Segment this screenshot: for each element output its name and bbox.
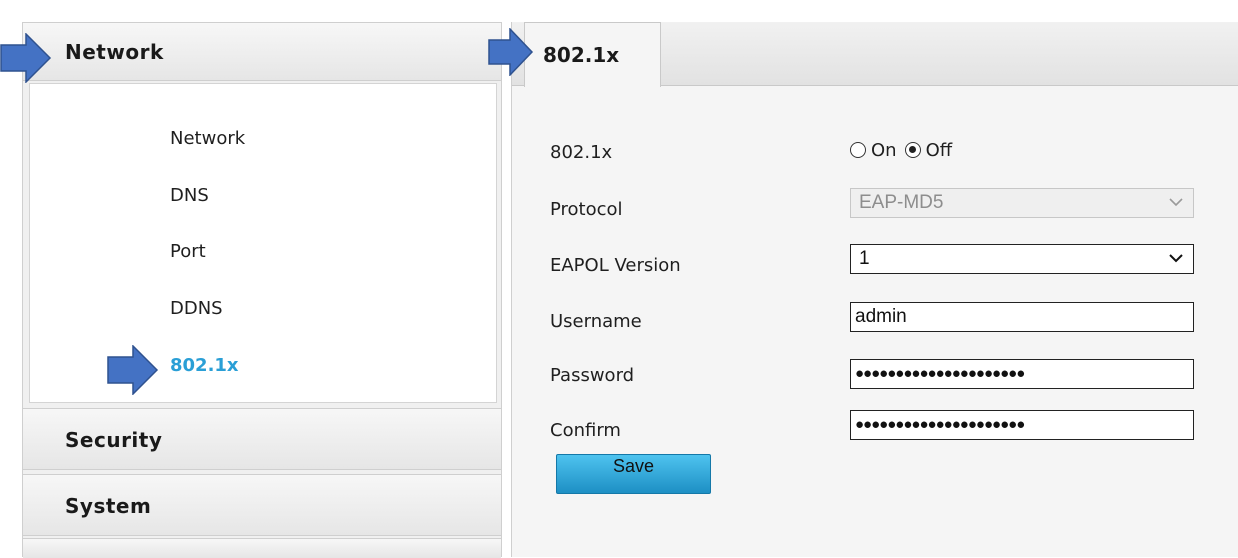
section-header-security[interactable]: Security xyxy=(23,408,501,470)
save-button[interactable]: Save xyxy=(556,454,711,494)
content-panel: 802.1x 802.1x On Off Protocol EAP-MD5 EA… xyxy=(511,22,1238,557)
eapol-version-select[interactable]: 1 xyxy=(850,244,1194,274)
label-password: Password xyxy=(550,365,635,386)
enable-radio-group: On Off xyxy=(850,138,960,162)
protocol-select: EAP-MD5 xyxy=(850,188,1194,218)
username-input[interactable]: admin xyxy=(850,302,1194,332)
tab-8021x-label: 802.1x xyxy=(543,43,620,67)
confirm-input[interactable]: ●●●●●●●●●●●●●●●●●●●●● xyxy=(850,410,1194,440)
submenu-item-network[interactable]: Network xyxy=(170,128,245,149)
section-header-more[interactable] xyxy=(23,538,501,558)
settings-sidebar: Network Network DNS Port DDNS 802.1x Sec… xyxy=(22,22,502,558)
label-username: Username xyxy=(550,311,642,332)
radio-off[interactable] xyxy=(904,142,921,158)
save-button-label: Save xyxy=(612,456,655,476)
right-arrow-icon xyxy=(0,33,52,83)
section-header-network[interactable]: Network xyxy=(23,23,501,81)
password-value: ●●●●●●●●●●●●●●●●●●●●● xyxy=(855,365,1025,382)
label-8021x: 802.1x xyxy=(550,142,613,163)
submenu-item-dns[interactable]: DNS xyxy=(170,185,209,206)
chevron-down-icon xyxy=(1169,198,1183,207)
confirm-value: ●●●●●●●●●●●●●●●●●●●●● xyxy=(855,416,1025,433)
chevron-down-icon xyxy=(1169,254,1183,263)
section-header-system[interactable]: System xyxy=(23,474,501,536)
tab-bar: 802.1x xyxy=(512,22,1238,87)
submenu-item-ddns[interactable]: DDNS xyxy=(170,298,223,319)
network-submenu: Network DNS Port DDNS 802.1x xyxy=(29,83,497,403)
submenu-item-8021x[interactable]: 802.1x xyxy=(170,355,239,376)
section-title-network: Network xyxy=(65,40,164,64)
label-confirm: Confirm xyxy=(550,420,621,441)
submenu-item-port[interactable]: Port xyxy=(170,241,206,262)
section-title-security: Security xyxy=(65,428,163,452)
section-title-system: System xyxy=(65,494,152,518)
radio-on-label: On xyxy=(871,139,897,161)
label-protocol: Protocol xyxy=(550,199,623,220)
label-eapol-version: EAPOL Version xyxy=(550,255,681,276)
password-input[interactable]: ●●●●●●●●●●●●●●●●●●●●● xyxy=(850,359,1194,389)
right-arrow-icon xyxy=(488,28,534,76)
tab-8021x[interactable]: 802.1x xyxy=(524,22,661,87)
radio-on[interactable] xyxy=(850,142,866,158)
protocol-value: EAP-MD5 xyxy=(859,192,944,213)
username-value: admin xyxy=(855,306,907,327)
radio-off-label: Off xyxy=(925,139,953,161)
eapol-version-value: 1 xyxy=(859,248,870,269)
right-arrow-icon xyxy=(107,345,159,395)
